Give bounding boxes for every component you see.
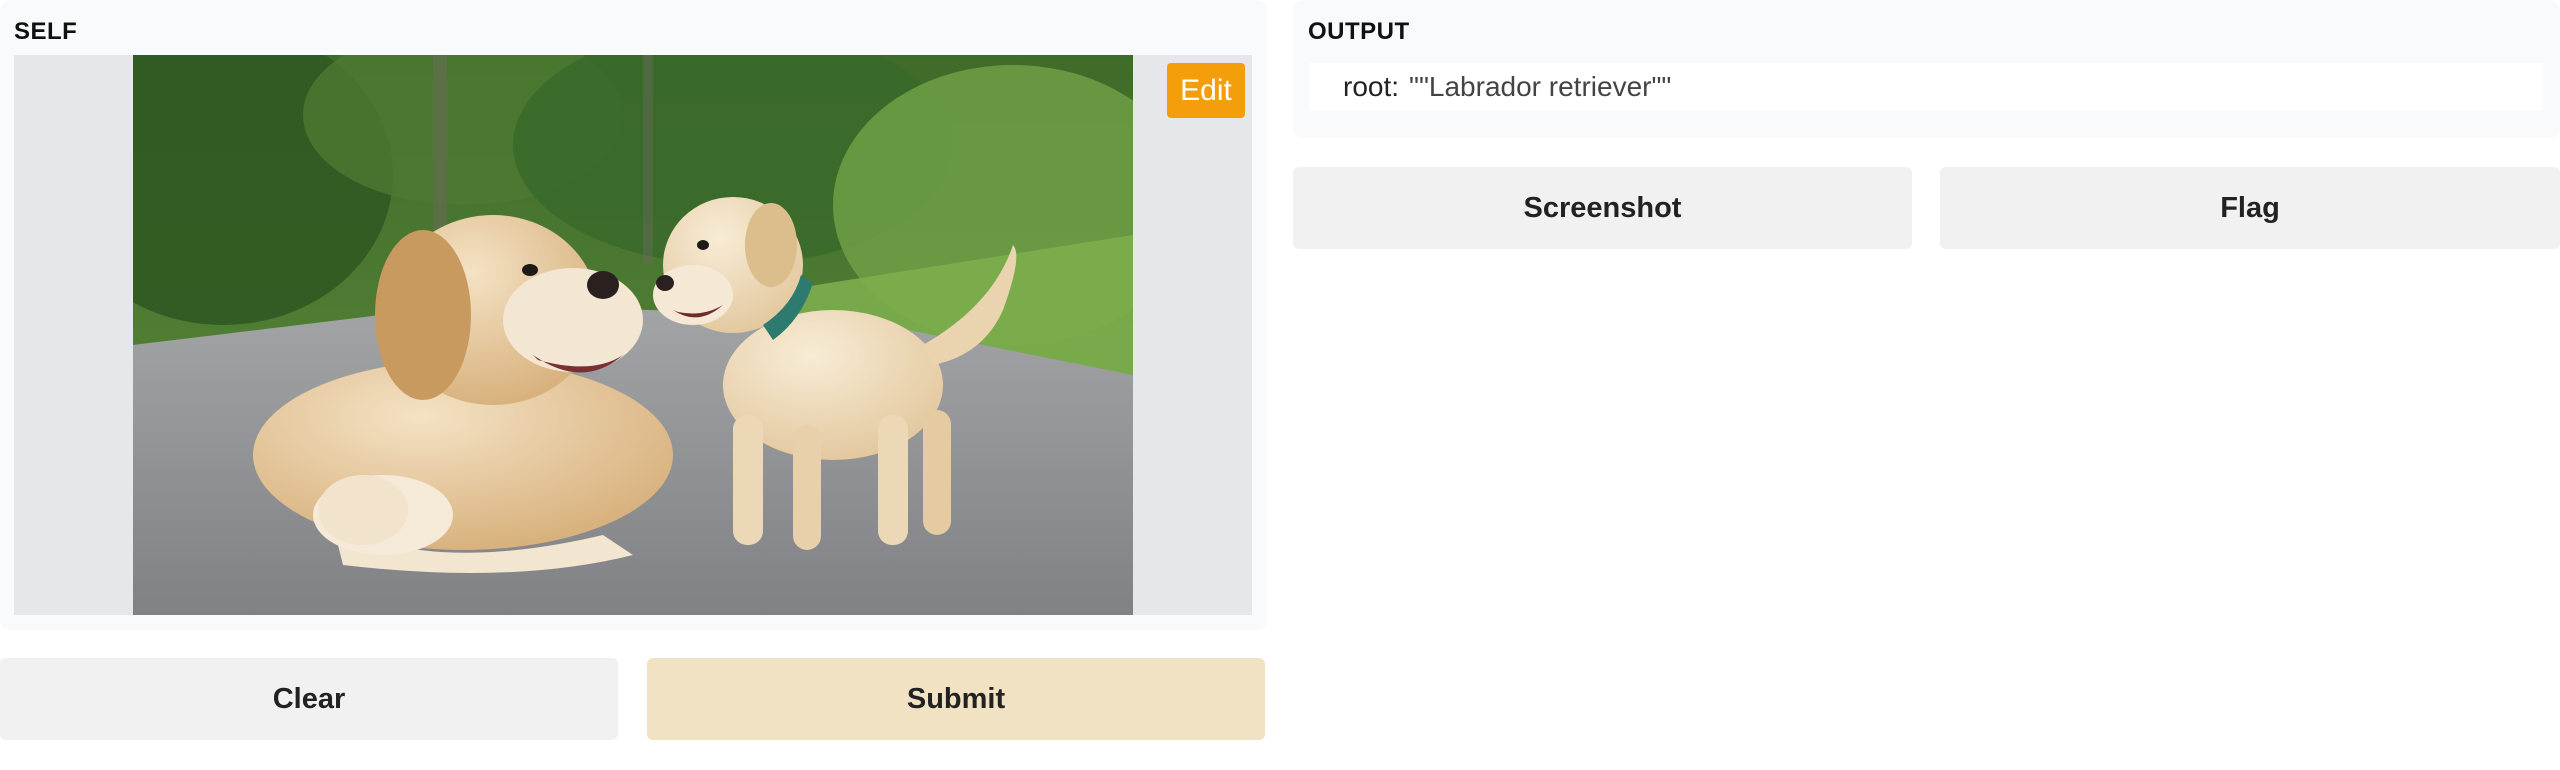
- image-input-panel: SELF Edit: [0, 0, 1267, 630]
- screenshot-button[interactable]: Screenshot: [1293, 167, 1912, 249]
- json-key: root:: [1343, 71, 1400, 102]
- image-frame[interactable]: [14, 55, 1252, 615]
- flag-button[interactable]: Flag: [1940, 167, 2560, 249]
- dog-photo: [133, 55, 1133, 615]
- json-value: ""Labrador retriever"": [1409, 71, 1672, 102]
- edit-button[interactable]: Edit: [1167, 63, 1245, 118]
- submit-button[interactable]: Submit: [647, 658, 1265, 740]
- json-row: root: ""Labrador retriever"": [1343, 71, 1671, 103]
- json-output: root: ""Labrador retriever"": [1310, 63, 2543, 111]
- app-root: SELF Edit Clear Submit OUTPUT root: ""La…: [0, 0, 2560, 770]
- output-label: OUTPUT: [1308, 18, 1410, 45]
- clear-button[interactable]: Clear: [0, 658, 618, 740]
- output-panel: OUTPUT root: ""Labrador retriever"": [1293, 0, 2560, 138]
- input-label: SELF: [14, 18, 78, 45]
